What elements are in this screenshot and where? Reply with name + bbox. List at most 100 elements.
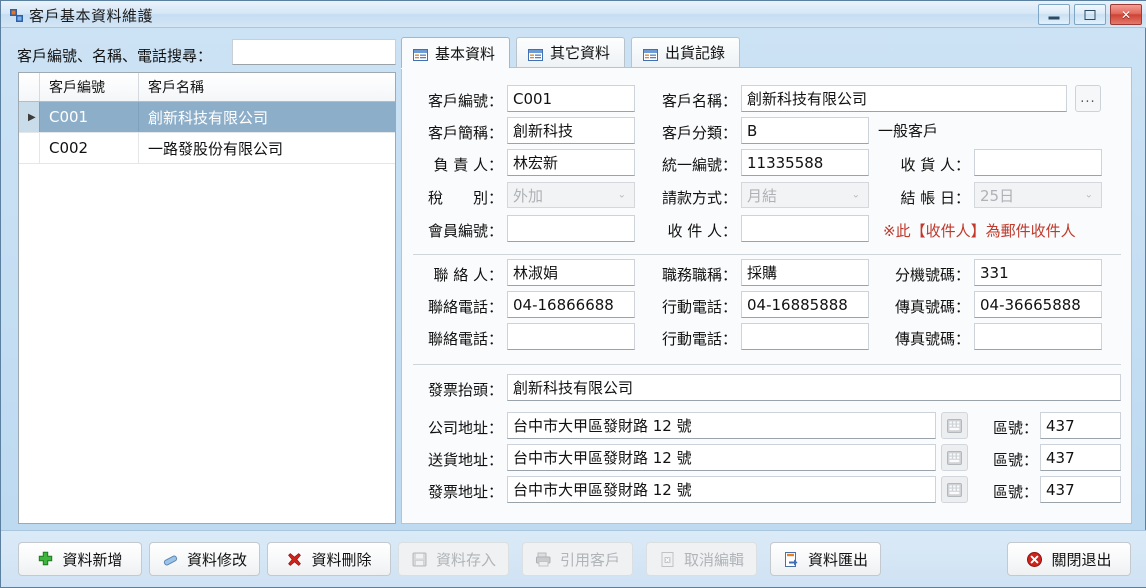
edit-record-label: 資料修改 xyxy=(186,550,247,569)
export-icon xyxy=(783,551,800,568)
add-record-button[interactable]: 資料新增 xyxy=(18,542,142,576)
payment-method-label: 請款方式： xyxy=(661,189,737,207)
invoice-address-picker-button[interactable] xyxy=(941,476,968,503)
category-label: 客戶分類： xyxy=(661,124,737,142)
job-title-field[interactable]: 採購 xyxy=(741,259,869,286)
recipient-field[interactable] xyxy=(741,215,869,242)
tab-bar: 基本資料 其它資料 出貨記錄 xyxy=(401,37,741,68)
tab-basic-data[interactable]: 基本資料 xyxy=(401,37,511,68)
table-icon xyxy=(413,47,428,61)
quote-customer-button: 引用客戶 xyxy=(522,542,633,576)
tax-id-field[interactable]: 11335588 xyxy=(741,149,869,176)
customer-id-field[interactable]: C001 xyxy=(507,85,635,112)
tab-label: 出貨記錄 xyxy=(665,44,726,62)
principal-label: 負 責 人： xyxy=(433,156,503,174)
extension-field[interactable]: 331 xyxy=(974,259,1102,286)
export-data-label: 資料匯出 xyxy=(807,550,868,569)
fax2-field[interactable] xyxy=(974,323,1102,350)
delete-record-button[interactable]: 資料刪除 xyxy=(267,542,391,576)
settle-day-value: 25日 xyxy=(980,186,1015,205)
row-selector[interactable] xyxy=(19,133,40,163)
export-data-button[interactable]: 資料匯出 xyxy=(770,542,881,576)
close-window-button[interactable]: ✕ xyxy=(1110,4,1142,25)
customer-grid[interactable]: 客戶編號 客戶名稱 ▶ C001 創新科技有限公司 C002 一路發股份有限公司 xyxy=(18,72,396,524)
copy-icon xyxy=(535,551,552,568)
search-label: 客戶編號、名稱、電話搜尋： xyxy=(17,47,213,65)
row-selector[interactable]: ▶ xyxy=(19,102,40,132)
table-row[interactable]: C002 一路發股份有限公司 xyxy=(19,133,395,164)
delivery-zip-field[interactable]: 437 xyxy=(1040,444,1121,471)
search-input[interactable] xyxy=(232,39,396,65)
invoice-title-field[interactable]: 創新科技有限公司 xyxy=(507,374,1121,401)
grid-header-selector xyxy=(19,73,40,101)
pencil-icon xyxy=(162,551,179,568)
keypad-icon xyxy=(947,482,962,497)
table-icon xyxy=(643,47,659,61)
company-address-field[interactable]: 台中市大甲區發財路 12 號 xyxy=(507,412,936,439)
minimize-icon xyxy=(1048,16,1060,19)
chevron-down-icon: ⌄ xyxy=(851,189,860,201)
exit-button[interactable]: 關閉退出 xyxy=(1007,542,1131,576)
tax-id-label: 統一編號： xyxy=(661,156,737,174)
invoice-title-label: 發票抬頭： xyxy=(427,381,503,399)
company-zip-field[interactable]: 437 xyxy=(1040,412,1121,439)
delivery-address-picker-button[interactable] xyxy=(941,444,968,471)
quote-customer-label: 引用客戶 xyxy=(559,550,620,569)
member-id-field[interactable] xyxy=(507,215,635,242)
contact-name-field[interactable]: 林淑娟 xyxy=(507,259,635,286)
fax1-field[interactable]: 04-36665888 xyxy=(974,291,1102,318)
restore-icon xyxy=(1084,9,1096,20)
edit-record-button[interactable]: 資料修改 xyxy=(149,542,260,576)
row-customer-name: 創新科技有限公司 xyxy=(148,108,269,127)
payment-method-value: 月結 xyxy=(747,186,778,205)
exit-label: 關閉退出 xyxy=(1051,550,1112,569)
mobile2-label: 行動電話： xyxy=(661,330,737,348)
window-title: 客戶基本資料維護 xyxy=(29,7,154,25)
delete-record-label: 資料刪除 xyxy=(311,550,372,569)
tax-type-select[interactable]: 外加 ⌄ xyxy=(507,182,635,208)
phone2-field[interactable] xyxy=(507,323,635,350)
settle-day-label: 結 帳 日： xyxy=(900,189,970,207)
cancel-edit-button: 取消編輯 xyxy=(646,542,757,576)
table-icon xyxy=(528,47,544,61)
invoice-zip-label: 區號： xyxy=(992,483,1038,501)
x-mark-icon xyxy=(286,551,303,568)
window-controls: ✕ xyxy=(1038,4,1142,25)
tab-shipping-records[interactable]: 出貨記錄 xyxy=(631,37,741,67)
category-field[interactable]: B xyxy=(741,117,869,144)
tax-type-value: 外加 xyxy=(513,186,544,205)
tax-type-label: 稅 別： xyxy=(427,189,503,207)
browse-customer-button[interactable]: ... xyxy=(1075,85,1101,112)
divider xyxy=(413,364,1121,365)
mobile1-field[interactable]: 04-16885888 xyxy=(741,291,869,318)
row-marker-icon: ▶ xyxy=(28,111,36,123)
delivery-address-field[interactable]: 台中市大甲區發財路 12 號 xyxy=(507,444,936,471)
row-customer-id: C001 xyxy=(40,102,139,132)
delivery-zip-label: 區號： xyxy=(992,451,1038,469)
cancel-edit-label: 取消編輯 xyxy=(683,550,744,569)
grid-header-customer-id: 客戶編號 xyxy=(40,73,139,101)
invoice-address-field[interactable]: 台中市大甲區發財路 12 號 xyxy=(507,476,936,503)
table-row[interactable]: ▶ C001 創新科技有限公司 xyxy=(19,102,395,133)
tab-label: 其它資料 xyxy=(550,44,611,62)
settle-day-select[interactable]: 25日 ⌄ xyxy=(974,182,1102,208)
phone1-field[interactable]: 04-16866688 xyxy=(507,291,635,318)
receiver-field[interactable] xyxy=(974,149,1102,176)
company-address-picker-button[interactable] xyxy=(941,412,968,439)
save-record-label: 資料存入 xyxy=(435,550,496,569)
member-id-label: 會員編號： xyxy=(427,222,503,240)
customer-name-field[interactable]: 創新科技有限公司 xyxy=(741,85,1067,112)
principal-field[interactable]: 林宏新 xyxy=(507,149,635,176)
invoice-zip-field[interactable]: 437 xyxy=(1040,476,1121,503)
tab-other-data[interactable]: 其它資料 xyxy=(516,37,626,67)
maximize-restore-button[interactable] xyxy=(1074,4,1106,25)
tab-label: 基本資料 xyxy=(435,44,496,63)
payment-method-select[interactable]: 月結 ⌄ xyxy=(741,182,869,208)
company-address-label: 公司地址： xyxy=(427,419,503,437)
delivery-address-label: 送貨地址： xyxy=(427,451,503,469)
keypad-icon xyxy=(947,450,962,465)
mobile2-field[interactable] xyxy=(741,323,869,350)
minimize-button[interactable] xyxy=(1038,4,1070,25)
customer-name-label: 客戶名稱： xyxy=(661,92,737,110)
short-name-field[interactable]: 創新科技 xyxy=(507,117,635,144)
